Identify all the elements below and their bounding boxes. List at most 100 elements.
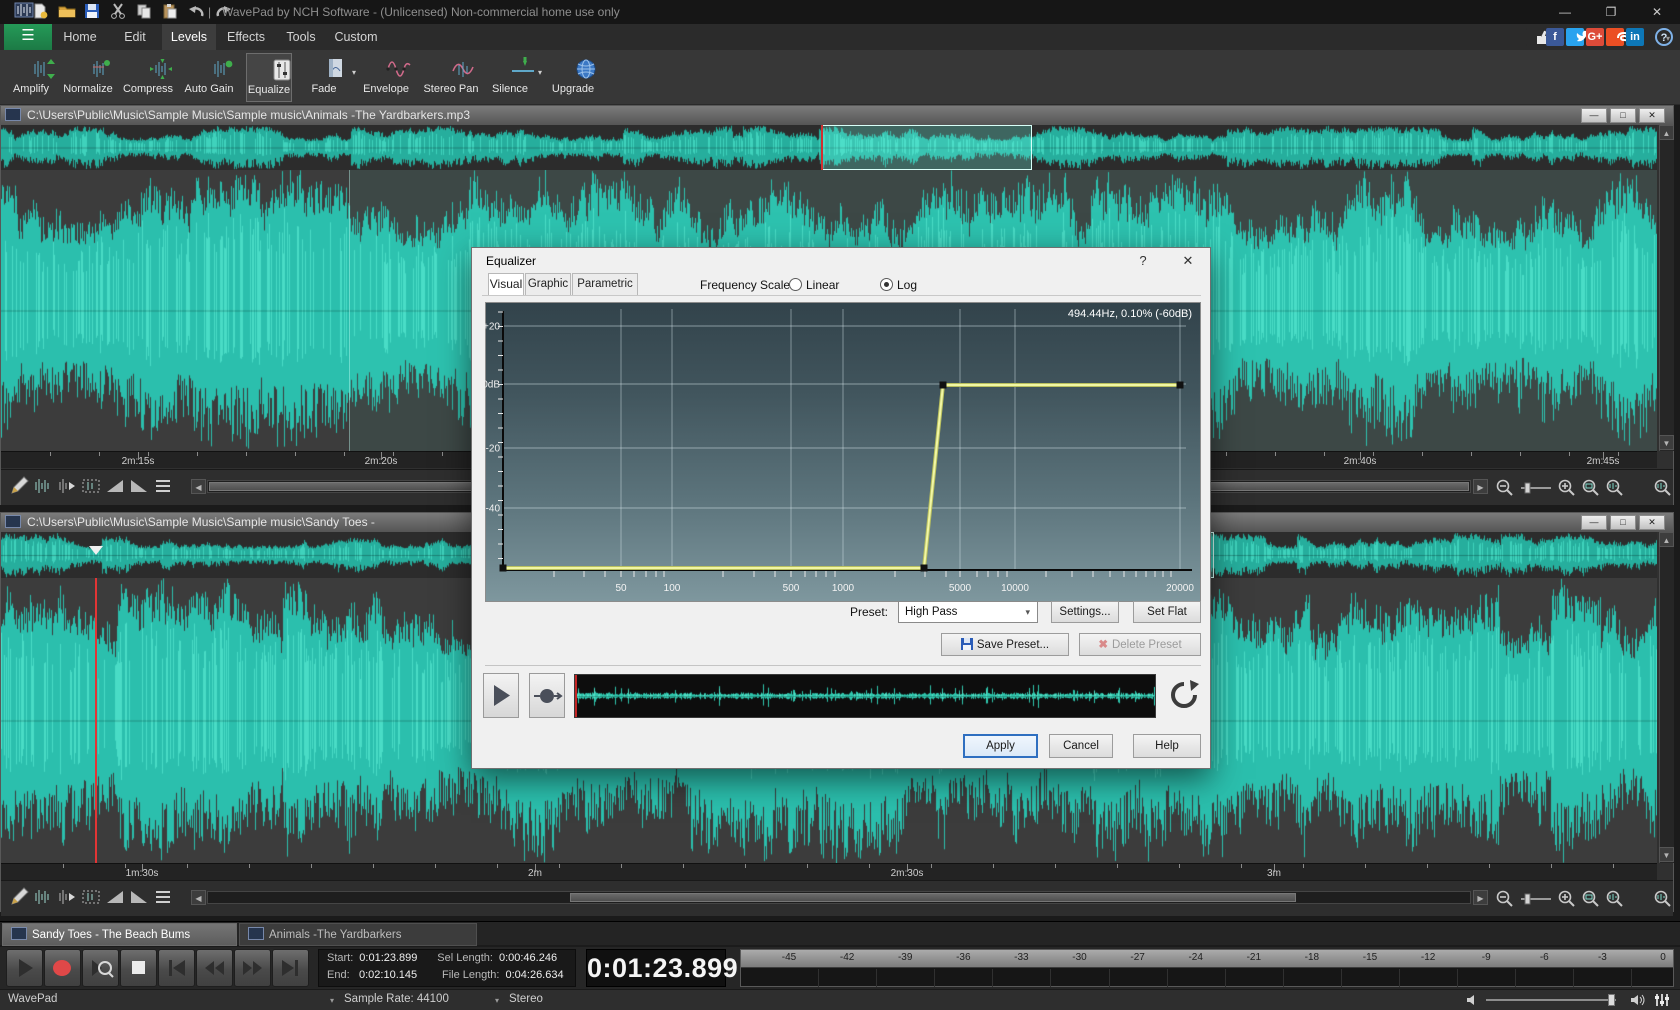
zoom-out-button[interactable] bbox=[1495, 478, 1515, 498]
ribbon-button-compress[interactable]: Compress bbox=[122, 53, 174, 102]
draw-pencil-icon[interactable] bbox=[9, 476, 31, 498]
preview-loop-button[interactable] bbox=[529, 673, 565, 718]
win1-maximize-button[interactable]: □ bbox=[1610, 108, 1636, 123]
apply-button[interactable]: Apply bbox=[963, 734, 1038, 758]
win2-cursor-top-marker[interactable] bbox=[89, 546, 103, 555]
radio-linear-label[interactable]: Linear bbox=[806, 278, 839, 292]
cancel-button[interactable]: Cancel bbox=[1049, 734, 1113, 758]
win2-scroll-right-button[interactable]: ▶ bbox=[1473, 890, 1488, 905]
volume-slider-handle[interactable] bbox=[1608, 994, 1615, 1006]
dialog-close-button[interactable]: ✕ bbox=[1172, 248, 1204, 273]
radio-linear[interactable] bbox=[789, 278, 802, 291]
copy-icon[interactable] bbox=[136, 3, 156, 21]
ribbon-button-envelope[interactable]: Envelope bbox=[356, 53, 416, 102]
wave-scrub-icon[interactable] bbox=[57, 476, 79, 498]
ribbon-button-stereo-pan[interactable]: Stereo Pan bbox=[422, 53, 480, 102]
win2-minimize-button[interactable]: — bbox=[1581, 515, 1607, 530]
fade-in-tool-icon[interactable] bbox=[105, 476, 127, 498]
ribbon-tab-home[interactable]: Home bbox=[56, 24, 104, 50]
go-to-start-button[interactable] bbox=[158, 949, 195, 987]
effect-list-icon[interactable] bbox=[153, 476, 175, 498]
preview-waveform[interactable] bbox=[574, 674, 1156, 718]
eq-curve-handle[interactable] bbox=[921, 565, 928, 572]
win2-maximize-button[interactable]: □ bbox=[1610, 515, 1636, 530]
twitter-icon[interactable] bbox=[1566, 28, 1584, 46]
facebook-icon[interactable]: f bbox=[1546, 28, 1564, 46]
stop-button[interactable] bbox=[120, 949, 157, 987]
zoom-in-button[interactable] bbox=[1557, 478, 1577, 498]
rewind-button[interactable] bbox=[196, 949, 233, 987]
fade-in-tool-icon[interactable] bbox=[105, 887, 127, 909]
zoom-all-button[interactable] bbox=[1605, 889, 1625, 909]
stumbleupon-icon[interactable] bbox=[1606, 28, 1624, 46]
fast-forward-button[interactable] bbox=[234, 949, 271, 987]
cut-icon[interactable] bbox=[110, 3, 130, 21]
win1-minimize-button[interactable]: — bbox=[1581, 108, 1607, 123]
win2-close-button[interactable]: ✕ bbox=[1639, 515, 1665, 530]
win1-overview-selection[interactable] bbox=[821, 125, 1032, 170]
main-menu-button[interactable]: ☰ bbox=[4, 24, 52, 50]
win1-scroll-down-button[interactable]: ▼ bbox=[1659, 435, 1674, 450]
ribbon-button-amplify[interactable]: Amplify bbox=[8, 53, 54, 102]
help-icon[interactable]: ? bbox=[1646, 28, 1664, 46]
preview-reset-button[interactable] bbox=[1166, 676, 1202, 716]
win2-scroll-up-button[interactable]: ▲ bbox=[1659, 532, 1674, 547]
ribbon-tab-tools[interactable]: Tools bbox=[278, 24, 324, 50]
ribbon-button-fade[interactable]: Fade bbox=[300, 53, 348, 102]
win2-scroll-down-button[interactable]: ▼ bbox=[1659, 847, 1674, 862]
restore-button[interactable]: ❐ bbox=[1594, 2, 1628, 22]
play-scrub-button[interactable] bbox=[82, 949, 119, 987]
wave-select-icon[interactable] bbox=[81, 476, 103, 498]
zoom-out-button[interactable] bbox=[1495, 889, 1515, 909]
zoom-all-button[interactable] bbox=[1605, 478, 1625, 498]
open-folder-icon[interactable] bbox=[58, 3, 78, 21]
preview-play-button[interactable] bbox=[483, 673, 519, 718]
win2-h-scrollbar[interactable] bbox=[207, 891, 1471, 904]
ribbon-tab-edit[interactable]: Edit bbox=[112, 24, 158, 50]
channels-selector[interactable]: Stereo bbox=[509, 993, 543, 1005]
ribbon-tab-levels[interactable]: Levels bbox=[162, 24, 216, 50]
win2-v-scrollbar[interactable]: ▲ ▼ bbox=[1659, 532, 1674, 863]
fade-out-tool-icon[interactable] bbox=[129, 476, 151, 498]
win1-close-button[interactable]: ✕ bbox=[1639, 108, 1665, 123]
tab-visual[interactable]: Visual bbox=[488, 273, 524, 296]
delete-preset-button[interactable]: ✖Delete Preset bbox=[1079, 633, 1201, 656]
doc-tab-animals[interactable]: Animals -The Yardbarkers bbox=[239, 923, 477, 946]
eq-graph-panel[interactable]: +200dB-20-405010050010005000100002000049… bbox=[485, 302, 1201, 602]
wave-scrub-icon[interactable] bbox=[57, 887, 79, 909]
play-button[interactable] bbox=[6, 949, 43, 987]
win1-scroll-left-button[interactable]: ◀ bbox=[191, 479, 206, 494]
help-button[interactable]: Help bbox=[1133, 734, 1201, 758]
win2-timeline-ruler[interactable]: 1m:30s2m2m:30s3m bbox=[1, 863, 1657, 880]
ribbon-button-upgrade[interactable]: Upgrade bbox=[548, 53, 598, 102]
social-more-caret-icon[interactable]: ▾ bbox=[1666, 34, 1670, 43]
google-plus-icon[interactable]: G+ bbox=[1586, 28, 1604, 46]
wave-select-icon[interactable] bbox=[81, 887, 103, 909]
record-button[interactable] bbox=[44, 949, 81, 987]
doc-tab-sandy-toes[interactable]: Sandy Toes - The Beach Bums bbox=[2, 923, 237, 946]
ribbon-button-normalize[interactable]: Normalize bbox=[60, 53, 116, 102]
win2-scroll-left-button[interactable]: ◀ bbox=[191, 890, 206, 905]
zoom-slider-button[interactable] bbox=[1519, 478, 1539, 498]
zoom-full-button[interactable] bbox=[1653, 478, 1673, 498]
minimize-button[interactable]: — bbox=[1548, 2, 1582, 22]
win1-scroll-up-button[interactable]: ▲ bbox=[1659, 125, 1674, 140]
zoom-in-button[interactable] bbox=[1557, 889, 1577, 909]
zoom-selection-button[interactable] bbox=[1581, 478, 1601, 498]
radio-log-label[interactable]: Log bbox=[897, 278, 917, 292]
eq-curve-handle[interactable] bbox=[500, 565, 507, 572]
radio-log[interactable] bbox=[880, 278, 893, 291]
paste-icon[interactable] bbox=[162, 3, 182, 21]
save-preset-button[interactable]: Save Preset... bbox=[941, 633, 1069, 656]
new-file-icon[interactable] bbox=[32, 3, 52, 21]
ribbon-tab-custom[interactable]: Custom bbox=[328, 24, 384, 50]
tab-parametric[interactable]: Parametric bbox=[572, 273, 638, 295]
ribbon-button-silence[interactable]: Silence bbox=[486, 53, 534, 102]
wave-edit-icon[interactable] bbox=[33, 476, 55, 498]
win1-scroll-right-button[interactable]: ▶ bbox=[1473, 479, 1488, 494]
sample-rate-selector[interactable]: Sample Rate: 44100 bbox=[344, 993, 449, 1005]
win1-v-scrollbar[interactable]: ▲ ▼ bbox=[1659, 125, 1674, 451]
preset-combobox[interactable]: High Pass▾ bbox=[898, 601, 1038, 623]
win2-h-scrollbar-thumb[interactable] bbox=[570, 893, 1296, 902]
volume-slider[interactable] bbox=[1486, 999, 1616, 1001]
